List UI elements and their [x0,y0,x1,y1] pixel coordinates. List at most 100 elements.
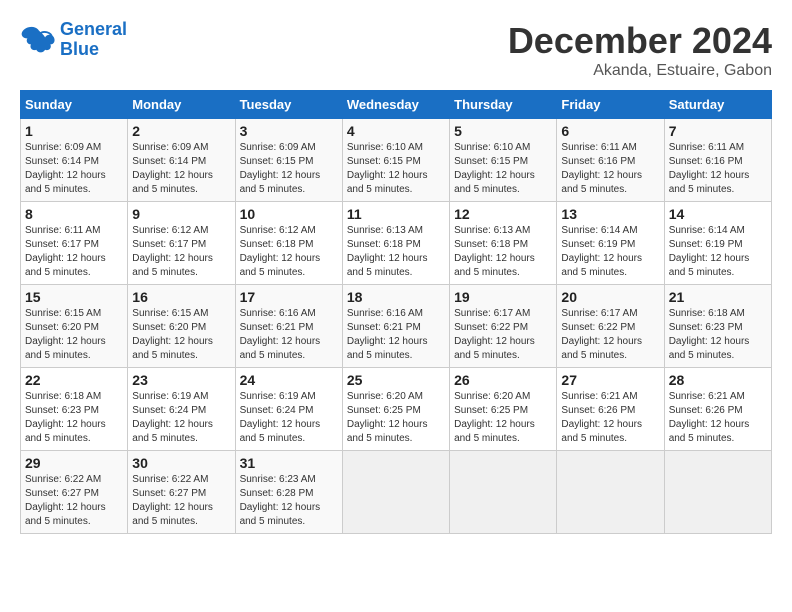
day-number: 22 [25,372,123,388]
day-number: 31 [240,455,338,471]
day-info: Sunrise: 6:12 AM Sunset: 6:18 PM Dayligh… [240,224,338,280]
day-number: 19 [454,289,552,305]
day-info: Sunrise: 6:18 AM Sunset: 6:23 PM Dayligh… [669,307,767,363]
day-number: 30 [132,455,230,471]
day-number: 21 [669,289,767,305]
calendar-cell: 12 Sunrise: 6:13 AM Sunset: 6:18 PM Dayl… [450,202,557,285]
day-info: Sunrise: 6:19 AM Sunset: 6:24 PM Dayligh… [132,390,230,446]
day-info: Sunrise: 6:20 AM Sunset: 6:25 PM Dayligh… [347,390,445,446]
calendar-cell: 22 Sunrise: 6:18 AM Sunset: 6:23 PM Dayl… [21,368,128,451]
calendar-cell: 8 Sunrise: 6:11 AM Sunset: 6:17 PM Dayli… [21,202,128,285]
day-info: Sunrise: 6:13 AM Sunset: 6:18 PM Dayligh… [454,224,552,280]
calendar-cell: 26 Sunrise: 6:20 AM Sunset: 6:25 PM Dayl… [450,368,557,451]
calendar-cell: 17 Sunrise: 6:16 AM Sunset: 6:21 PM Dayl… [235,285,342,368]
day-number: 1 [25,123,123,139]
calendar-cell: 30 Sunrise: 6:22 AM Sunset: 6:27 PM Dayl… [128,451,235,534]
calendar: SundayMondayTuesdayWednesdayThursdayFrid… [20,90,772,534]
header-monday: Monday [128,91,235,119]
day-number: 12 [454,206,552,222]
day-number: 23 [132,372,230,388]
day-number: 18 [347,289,445,305]
day-number: 6 [561,123,659,139]
day-number: 11 [347,206,445,222]
day-info: Sunrise: 6:14 AM Sunset: 6:19 PM Dayligh… [561,224,659,280]
calendar-cell: 4 Sunrise: 6:10 AM Sunset: 6:15 PM Dayli… [342,119,449,202]
location-subtitle: Akanda, Estuaire, Gabon [508,62,772,80]
day-number: 13 [561,206,659,222]
day-info: Sunrise: 6:21 AM Sunset: 6:26 PM Dayligh… [561,390,659,446]
day-info: Sunrise: 6:12 AM Sunset: 6:17 PM Dayligh… [132,224,230,280]
calendar-week-3: 15 Sunrise: 6:15 AM Sunset: 6:20 PM Dayl… [21,285,772,368]
day-number: 26 [454,372,552,388]
day-number: 4 [347,123,445,139]
calendar-cell: 9 Sunrise: 6:12 AM Sunset: 6:17 PM Dayli… [128,202,235,285]
day-info: Sunrise: 6:15 AM Sunset: 6:20 PM Dayligh… [25,307,123,363]
day-number: 24 [240,372,338,388]
day-info: Sunrise: 6:14 AM Sunset: 6:19 PM Dayligh… [669,224,767,280]
day-info: Sunrise: 6:09 AM Sunset: 6:14 PM Dayligh… [132,141,230,197]
day-number: 16 [132,289,230,305]
day-info: Sunrise: 6:22 AM Sunset: 6:27 PM Dayligh… [25,473,123,529]
header-friday: Friday [557,91,664,119]
day-info: Sunrise: 6:22 AM Sunset: 6:27 PM Dayligh… [132,473,230,529]
day-number: 28 [669,372,767,388]
calendar-week-4: 22 Sunrise: 6:18 AM Sunset: 6:23 PM Dayl… [21,368,772,451]
calendar-cell [450,451,557,534]
day-info: Sunrise: 6:17 AM Sunset: 6:22 PM Dayligh… [454,307,552,363]
day-info: Sunrise: 6:11 AM Sunset: 6:16 PM Dayligh… [669,141,767,197]
header-tuesday: Tuesday [235,91,342,119]
day-number: 20 [561,289,659,305]
calendar-cell: 21 Sunrise: 6:18 AM Sunset: 6:23 PM Dayl… [664,285,771,368]
day-info: Sunrise: 6:21 AM Sunset: 6:26 PM Dayligh… [669,390,767,446]
day-number: 9 [132,206,230,222]
calendar-week-5: 29 Sunrise: 6:22 AM Sunset: 6:27 PM Dayl… [21,451,772,534]
calendar-cell [557,451,664,534]
calendar-cell: 1 Sunrise: 6:09 AM Sunset: 6:14 PM Dayli… [21,119,128,202]
day-info: Sunrise: 6:11 AM Sunset: 6:17 PM Dayligh… [25,224,123,280]
calendar-cell: 27 Sunrise: 6:21 AM Sunset: 6:26 PM Dayl… [557,368,664,451]
day-info: Sunrise: 6:13 AM Sunset: 6:18 PM Dayligh… [347,224,445,280]
calendar-cell: 29 Sunrise: 6:22 AM Sunset: 6:27 PM Dayl… [21,451,128,534]
calendar-cell: 11 Sunrise: 6:13 AM Sunset: 6:18 PM Dayl… [342,202,449,285]
calendar-cell: 31 Sunrise: 6:23 AM Sunset: 6:28 PM Dayl… [235,451,342,534]
day-info: Sunrise: 6:19 AM Sunset: 6:24 PM Dayligh… [240,390,338,446]
header: GeneralBlue December 2024 Akanda, Estuai… [20,20,772,80]
calendar-cell: 10 Sunrise: 6:12 AM Sunset: 6:18 PM Dayl… [235,202,342,285]
header-wednesday: Wednesday [342,91,449,119]
day-info: Sunrise: 6:17 AM Sunset: 6:22 PM Dayligh… [561,307,659,363]
day-info: Sunrise: 6:09 AM Sunset: 6:15 PM Dayligh… [240,141,338,197]
day-info: Sunrise: 6:16 AM Sunset: 6:21 PM Dayligh… [240,307,338,363]
day-number: 17 [240,289,338,305]
calendar-cell: 18 Sunrise: 6:16 AM Sunset: 6:21 PM Dayl… [342,285,449,368]
day-number: 14 [669,206,767,222]
day-number: 3 [240,123,338,139]
header-thursday: Thursday [450,91,557,119]
calendar-week-2: 8 Sunrise: 6:11 AM Sunset: 6:17 PM Dayli… [21,202,772,285]
day-number: 25 [347,372,445,388]
calendar-cell: 25 Sunrise: 6:20 AM Sunset: 6:25 PM Dayl… [342,368,449,451]
calendar-cell: 20 Sunrise: 6:17 AM Sunset: 6:22 PM Dayl… [557,285,664,368]
title-area: December 2024 Akanda, Estuaire, Gabon [508,20,772,80]
calendar-cell: 6 Sunrise: 6:11 AM Sunset: 6:16 PM Dayli… [557,119,664,202]
month-title: December 2024 [508,20,772,62]
calendar-cell: 24 Sunrise: 6:19 AM Sunset: 6:24 PM Dayl… [235,368,342,451]
day-info: Sunrise: 6:10 AM Sunset: 6:15 PM Dayligh… [347,141,445,197]
calendar-cell: 15 Sunrise: 6:15 AM Sunset: 6:20 PM Dayl… [21,285,128,368]
calendar-cell: 13 Sunrise: 6:14 AM Sunset: 6:19 PM Dayl… [557,202,664,285]
logo: GeneralBlue [20,20,127,60]
day-number: 29 [25,455,123,471]
day-number: 2 [132,123,230,139]
logo-general: General [60,19,127,39]
header-sunday: Sunday [21,91,128,119]
day-info: Sunrise: 6:18 AM Sunset: 6:23 PM Dayligh… [25,390,123,446]
calendar-header-row: SundayMondayTuesdayWednesdayThursdayFrid… [21,91,772,119]
logo-text: GeneralBlue [60,20,127,60]
day-number: 10 [240,206,338,222]
calendar-cell: 2 Sunrise: 6:09 AM Sunset: 6:14 PM Dayli… [128,119,235,202]
calendar-cell [664,451,771,534]
calendar-cell: 23 Sunrise: 6:19 AM Sunset: 6:24 PM Dayl… [128,368,235,451]
day-number: 15 [25,289,123,305]
day-info: Sunrise: 6:11 AM Sunset: 6:16 PM Dayligh… [561,141,659,197]
calendar-cell: 28 Sunrise: 6:21 AM Sunset: 6:26 PM Dayl… [664,368,771,451]
day-number: 7 [669,123,767,139]
